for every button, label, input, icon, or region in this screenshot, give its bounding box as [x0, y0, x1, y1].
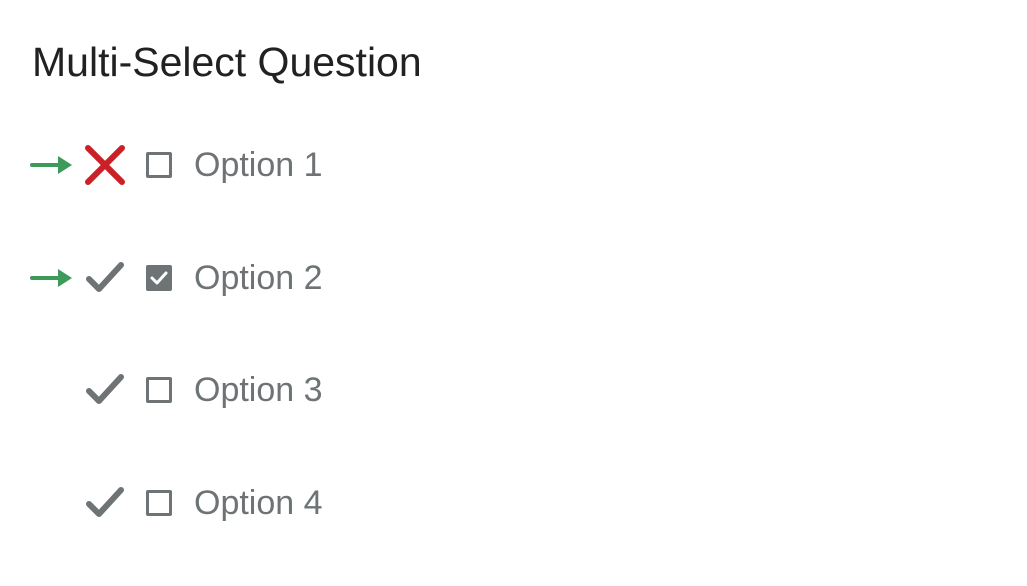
option-4-checkbox[interactable] [146, 490, 172, 516]
option-label: Option 1 [194, 145, 323, 184]
checkmark-icon [80, 478, 130, 528]
checkmark-icon [80, 253, 130, 303]
option-row-4: Option 4 [28, 478, 448, 528]
arrow-right-icon [28, 140, 76, 190]
x-icon [80, 140, 130, 190]
option-row-3: Option 3 [28, 365, 448, 415]
option-row-1: Option 1 [28, 140, 448, 190]
checkbox-check-icon [150, 271, 168, 285]
arrow-right-icon [28, 253, 76, 303]
checkmark-icon [80, 365, 130, 415]
option-3-checkbox[interactable] [146, 377, 172, 403]
option-label: Option 3 [194, 370, 323, 409]
option-row-2: Option 2 [28, 253, 448, 303]
option-1-checkbox[interactable] [146, 152, 172, 178]
option-label: Option 4 [194, 483, 323, 522]
question-title: Multi-Select Question [32, 39, 422, 85]
option-2-checkbox[interactable] [146, 265, 172, 291]
option-label: Option 2 [194, 258, 323, 297]
